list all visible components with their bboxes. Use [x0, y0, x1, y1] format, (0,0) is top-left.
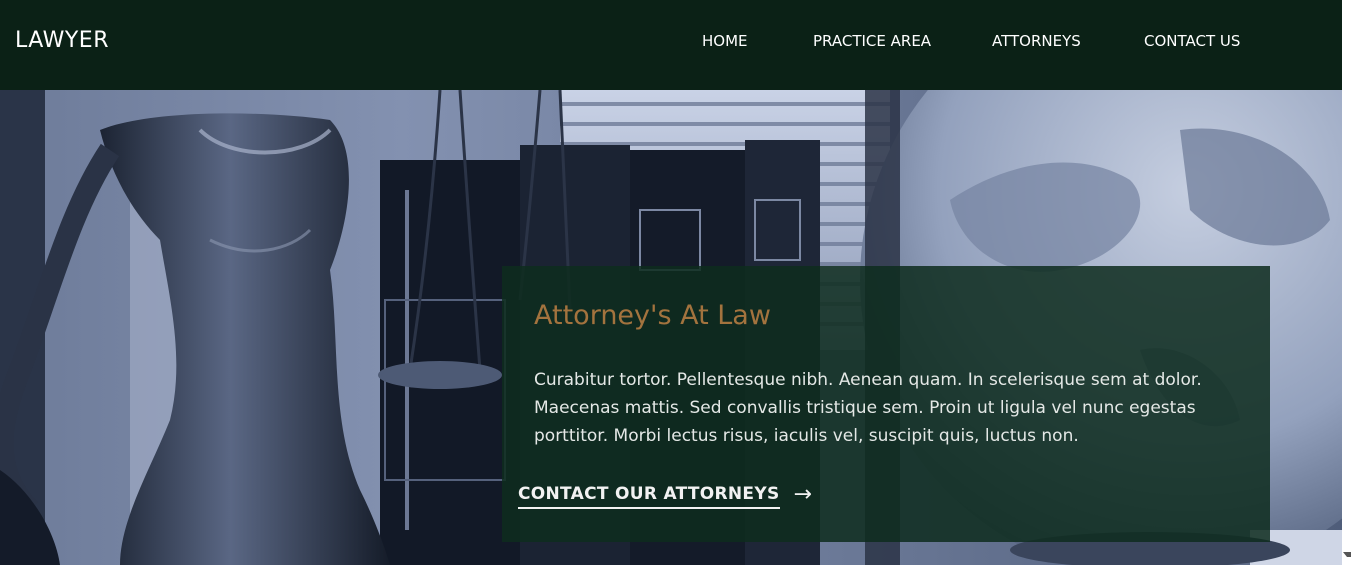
site-header: LAWYER HOME PRACTICE AREA ATTORNEYS CONT…	[0, 0, 1342, 90]
nav-home[interactable]: HOME	[702, 32, 748, 50]
site-logo[interactable]: LAWYER	[15, 28, 109, 53]
scroll-down-arrow-icon[interactable]	[1343, 552, 1351, 557]
hero-card: Attorney's At Law Curabitur tortor. Pell…	[502, 266, 1270, 542]
nav-contact-us[interactable]: CONTACT US	[1144, 32, 1240, 50]
page-scrollbar[interactable]	[1342, 0, 1351, 565]
arrow-right-icon: →	[793, 481, 812, 507]
hero-description: Curabitur tortor. Pellentesque nibh. Aen…	[534, 370, 1202, 446]
contact-attorneys-label: CONTACT OUR ATTORNEYS	[518, 484, 780, 509]
page: LAWYER HOME PRACTICE AREA ATTORNEYS CONT…	[0, 0, 1351, 565]
nav-attorneys[interactable]: ATTORNEYS	[992, 32, 1081, 50]
hero-title: Attorney's At Law	[534, 300, 771, 331]
nav-practice-area[interactable]: PRACTICE AREA	[813, 32, 931, 50]
contact-attorneys-button[interactable]: CONTACT OUR ATTORNEYS →	[518, 481, 812, 509]
